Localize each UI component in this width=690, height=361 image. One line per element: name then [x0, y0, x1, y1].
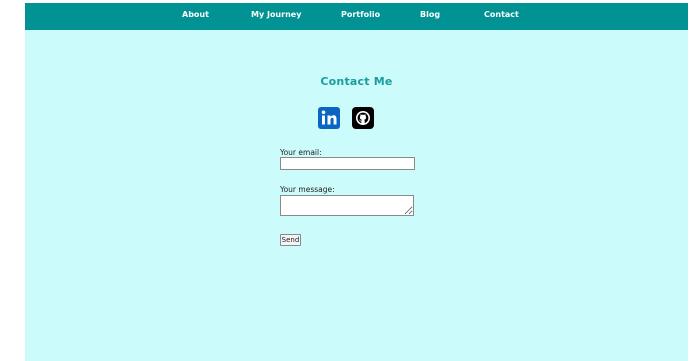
- nav-link-my-journey[interactable]: My Journey: [251, 10, 301, 19]
- email-label: Your email:: [280, 148, 322, 157]
- nav-link-portfolio[interactable]: Portfolio: [341, 10, 380, 19]
- nav-link-contact[interactable]: Contact: [484, 10, 519, 19]
- nav-link-about[interactable]: About: [182, 10, 209, 19]
- linkedin-icon: [318, 107, 340, 129]
- page: About My Journey Portfolio Blog Contact …: [25, 3, 688, 361]
- page-title: Contact Me: [320, 75, 393, 88]
- send-button[interactable]: Send: [280, 234, 301, 246]
- message-textarea[interactable]: [280, 195, 414, 216]
- email-input[interactable]: [280, 157, 415, 170]
- github-link[interactable]: [352, 107, 374, 129]
- top-navbar: About My Journey Portfolio Blog Contact: [25, 3, 688, 30]
- linkedin-link[interactable]: [318, 107, 340, 129]
- nav-link-blog[interactable]: Blog: [420, 10, 440, 19]
- message-label: Your message:: [280, 185, 335, 194]
- github-icon: [352, 107, 374, 129]
